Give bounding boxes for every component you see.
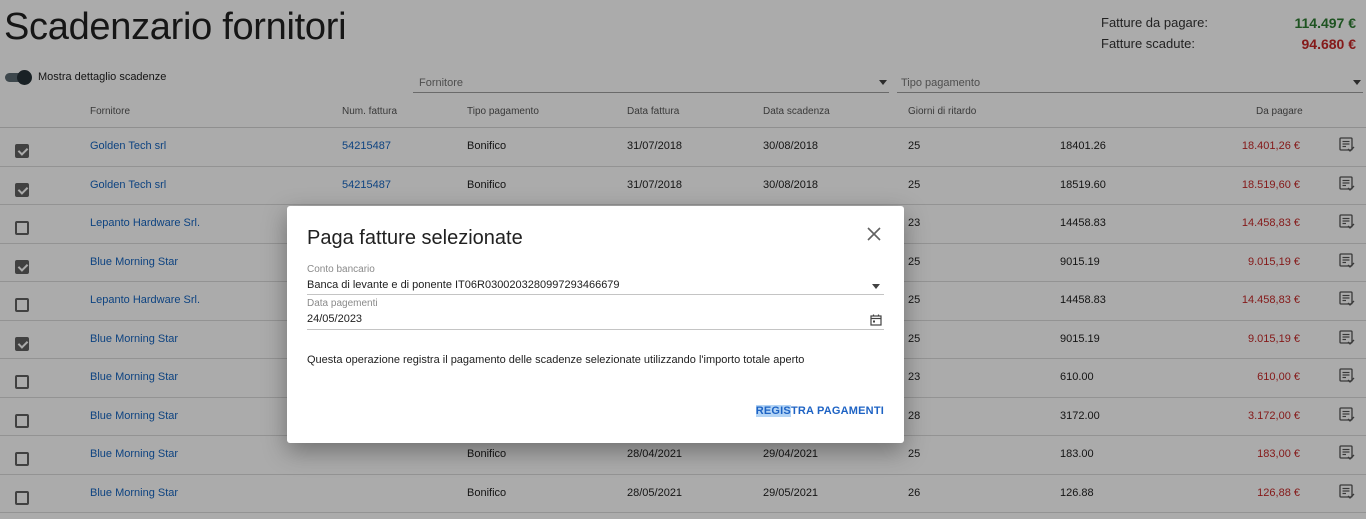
conto-bancario-select[interactable]: Conto bancario Banca di levante e di pon… <box>307 264 884 295</box>
button-label-rest: TRA PAGAMENTI <box>790 405 884 417</box>
dialog-message: Questa operazione registra il pagamento … <box>307 354 805 366</box>
pay-invoices-dialog: Paga fatture selezionate Conto bancario … <box>287 206 904 443</box>
data-pagamenti-label: Data pagementi <box>307 298 378 309</box>
calendar-icon[interactable] <box>870 313 882 326</box>
conto-bancario-value: Banca di levante e di ponente IT06R03002… <box>307 279 620 291</box>
page: Scadenzario fornitori Fatture da pagare:… <box>0 0 1366 519</box>
close-icon[interactable] <box>864 224 884 244</box>
data-pagamenti-field[interactable]: Data pagementi 24/05/2023 <box>307 298 884 330</box>
registra-pagamenti-button[interactable]: REGISTRA PAGAMENTI <box>755 405 884 417</box>
dialog-title: Paga fatture selezionate <box>307 227 523 249</box>
data-pagamenti-value: 24/05/2023 <box>307 313 363 325</box>
button-label-selected: REGIS <box>755 405 791 417</box>
dropdown-arrow-icon <box>872 284 880 289</box>
conto-bancario-label: Conto bancario <box>307 264 375 275</box>
